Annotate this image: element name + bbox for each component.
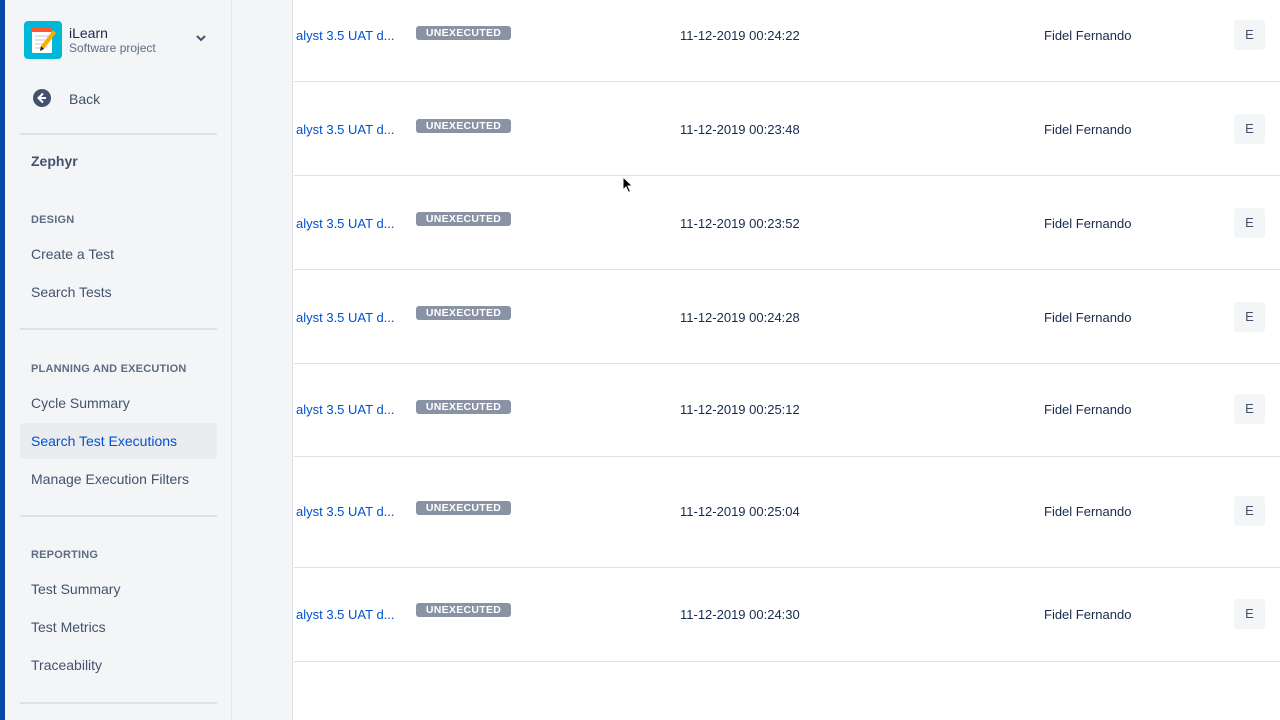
status-badge: UNEXECUTED [416,501,511,515]
issue-link[interactable]: alyst 3.5 UAT d... [296,310,395,325]
sidebar-item-search-tests[interactable]: Search Tests [20,274,217,310]
execute-button[interactable]: E [1234,20,1265,50]
execute-button[interactable]: E [1234,599,1265,629]
sidebar-item-label: Manage Execution Filters [31,471,189,487]
chevron-down-icon[interactable] [194,31,208,45]
status-badge: UNEXECUTED [416,119,511,133]
table-row[interactable]: alyst 3.5 UAT d... UNEXECUTED 11-12-2019… [294,270,1280,364]
back-label: Back [69,91,101,107]
project-sidebar: iLearn Software project Back Zephyr DESI… [5,0,232,720]
sidebar-item-create-test[interactable]: Create a Test [20,236,217,272]
executed-on: 11-12-2019 00:24:28 [680,310,800,325]
table-row[interactable]: alyst 3.5 UAT d... UNEXECUTED 11-12-2019… [294,82,1280,176]
issue-link[interactable]: alyst 3.5 UAT d... [296,607,395,622]
sidebar-item-traceability[interactable]: Traceability [20,647,217,683]
app-name: Zephyr [31,153,78,169]
execute-button[interactable]: E [1234,208,1265,238]
sidebar-item-search-test-executions[interactable]: Search Test Executions [20,423,217,459]
executed-on: 11-12-2019 00:23:52 [680,216,800,231]
executed-on: 11-12-2019 00:25:12 [680,402,800,417]
executed-by: Fidel Fernando [1044,402,1132,417]
sidebar-item-test-summary[interactable]: Test Summary [20,571,217,607]
execute-button[interactable]: E [1234,394,1265,424]
content-gutter [232,0,293,720]
executions-table: alyst 3.5 UAT d... UNEXECUTED 11-12-2019… [294,0,1280,720]
sidebar-item-label: Traceability [31,657,103,673]
issue-link[interactable]: alyst 3.5 UAT d... [296,504,395,519]
issue-link[interactable]: alyst 3.5 UAT d... [296,216,395,231]
status-badge: UNEXECUTED [416,306,511,320]
table-row[interactable]: alyst 3.5 UAT d... UNEXECUTED 11-12-2019… [294,0,1280,82]
back-button[interactable]: Back [32,88,222,108]
execute-button[interactable]: E [1234,114,1265,144]
issue-link[interactable]: alyst 3.5 UAT d... [296,402,395,417]
project-type: Software project [69,41,156,55]
sidebar-item-cycle-summary[interactable]: Cycle Summary [20,385,217,421]
issue-link[interactable]: alyst 3.5 UAT d... [296,28,395,43]
sidebar-item-label: Search Test Executions [31,433,178,449]
executed-by: Fidel Fernando [1044,28,1132,43]
sidebar-item-label: Test Metrics [31,619,106,635]
executed-on: 11-12-2019 00:23:48 [680,122,800,137]
notepad-pencil-icon [24,21,62,59]
project-switcher[interactable]: iLearn Software project [24,21,214,59]
arrow-left-circle-icon [32,88,52,108]
sidebar-item-label: Search Tests [31,284,112,300]
status-badge: UNEXECUTED [416,400,511,414]
issue-link[interactable]: alyst 3.5 UAT d... [296,122,395,137]
status-badge: UNEXECUTED [416,26,511,40]
status-badge: UNEXECUTED [416,603,511,617]
section-design: DESIGN [31,214,75,226]
table-row[interactable]: alyst 3.5 UAT d... UNEXECUTED 11-12-2019… [294,176,1280,270]
executed-by: Fidel Fernando [1044,504,1132,519]
section-reporting: REPORTING [31,549,99,561]
execute-button[interactable]: E [1234,496,1265,526]
sidebar-item-label: Test Summary [31,581,121,597]
section-planning: PLANNING AND EXECUTION [31,363,187,375]
executed-on: 11-12-2019 00:24:22 [680,28,800,43]
executed-by: Fidel Fernando [1044,607,1132,622]
executed-on: 11-12-2019 00:24:30 [680,607,800,622]
sidebar-item-label: Create a Test [31,246,115,262]
table-row[interactable]: alyst 3.5 UAT d... UNEXECUTED 11-12-2019… [294,457,1280,568]
execute-button[interactable]: E [1234,302,1265,332]
executed-on: 11-12-2019 00:25:04 [680,504,800,519]
sidebar-item-manage-execution-filters[interactable]: Manage Execution Filters [20,461,217,497]
status-badge: UNEXECUTED [416,212,511,226]
divider [20,133,217,135]
executed-by: Fidel Fernando [1044,122,1132,137]
table-row[interactable]: alyst 3.5 UAT d... UNEXECUTED 11-12-2019… [294,568,1280,662]
executed-by: Fidel Fernando [1044,310,1132,325]
divider [20,328,217,330]
sidebar-item-label: Cycle Summary [31,395,130,411]
table-row[interactable]: alyst 3.5 UAT d... UNEXECUTED 11-12-2019… [294,364,1280,457]
divider [20,702,217,704]
divider [20,515,217,517]
mouse-pointer-icon [622,175,634,194]
project-name: iLearn [69,25,108,41]
executed-by: Fidel Fernando [1044,216,1132,231]
sidebar-item-test-metrics[interactable]: Test Metrics [20,609,217,645]
